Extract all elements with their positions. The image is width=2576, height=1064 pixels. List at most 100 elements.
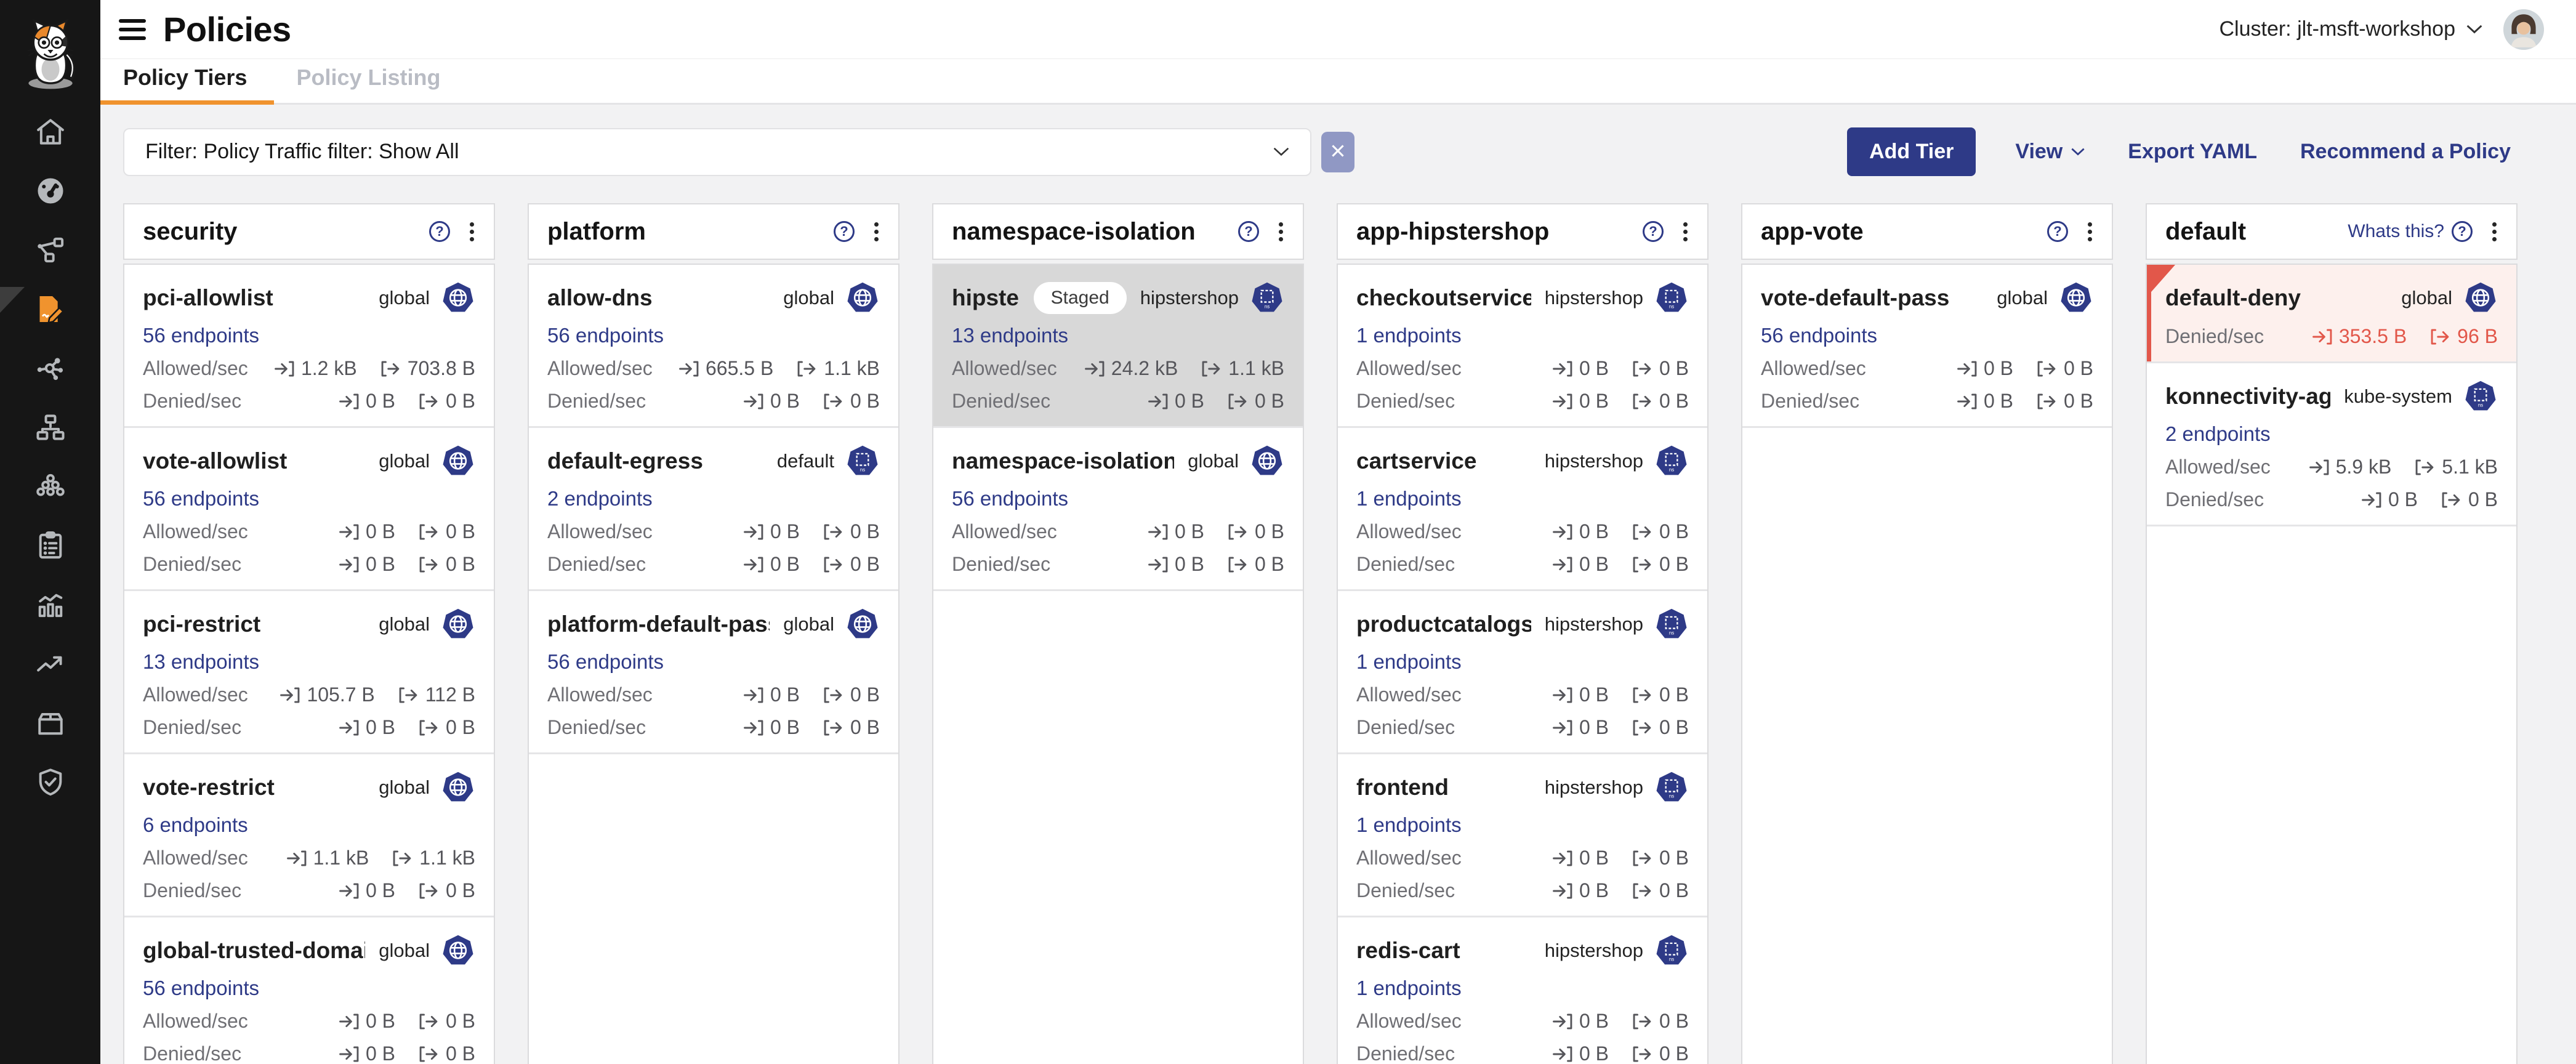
traffic-metric-row: Allowed/sec 0 B 0 B bbox=[952, 520, 1284, 543]
kebab-menu-icon[interactable] bbox=[871, 219, 882, 245]
policy-name: vote-default-pass bbox=[1761, 285, 1949, 311]
clear-filter-button[interactable] bbox=[1321, 132, 1354, 172]
endpoints-link[interactable]: 13 endpoints bbox=[952, 324, 1068, 347]
policy-traffic-filter-select[interactable]: Filter: Policy Traffic filter: Show All bbox=[123, 128, 1311, 176]
traffic-metric-row: Denied/sec 0 B 0 B bbox=[952, 390, 1284, 413]
ingress-value: 0 B bbox=[366, 879, 395, 902]
endpoints-link[interactable]: 56 endpoints bbox=[547, 650, 664, 674]
ingress-arrow-icon bbox=[339, 882, 360, 900]
endpoints-link[interactable]: 2 endpoints bbox=[2165, 422, 2271, 446]
policy-card-pci-restrict[interactable]: pci-restrict global 13 endpoints Allowed… bbox=[124, 591, 494, 754]
endpoints-link[interactable]: 56 endpoints bbox=[952, 487, 1068, 510]
ingress-value: 0 B bbox=[1579, 879, 1609, 902]
ingress-arrow-icon bbox=[339, 393, 360, 410]
egress-value: 0 B bbox=[446, 879, 475, 902]
endpoints-link[interactable]: 56 endpoints bbox=[143, 324, 259, 347]
namespace-icon: ns bbox=[1654, 281, 1689, 315]
policy-card-default-deny[interactable]: default-deny global Denied/sec 353.5 B 9… bbox=[2147, 265, 2516, 363]
view-menu-button[interactable]: View bbox=[2011, 139, 2088, 164]
egress-arrow-icon bbox=[1632, 882, 1653, 900]
tab-policy-tiers[interactable]: Policy Tiers bbox=[123, 65, 247, 103]
whats-this-link[interactable]: ? bbox=[2040, 221, 2068, 242]
endpoints-link[interactable]: 56 endpoints bbox=[143, 487, 259, 510]
whats-this-link[interactable]: ? bbox=[1635, 221, 1664, 242]
ingress-arrow-icon bbox=[339, 556, 360, 573]
kebab-menu-icon[interactable] bbox=[2084, 219, 2096, 245]
tier-title: platform bbox=[547, 218, 646, 246]
policy-card-frontend[interactable]: frontend hipstershop ns 1 endpoints Allo… bbox=[1338, 754, 1707, 917]
sidebar-item-home-icon[interactable] bbox=[33, 116, 68, 150]
policy-card-redis-cart[interactable]: redis-cart hipstershop ns 1 endpoints Al… bbox=[1338, 917, 1707, 1064]
traffic-metric-row: Allowed/sec 0 B 0 B bbox=[1356, 847, 1689, 869]
endpoints-link[interactable]: 2 endpoints bbox=[547, 487, 653, 510]
export-yaml-button[interactable]: Export YAML bbox=[2124, 139, 2261, 164]
endpoints-link[interactable]: 1 endpoints bbox=[1356, 324, 1462, 347]
endpoints-link[interactable]: 1 endpoints bbox=[1356, 487, 1462, 510]
policy-name: pci-restrict bbox=[143, 611, 260, 637]
policy-card-vote-default-pass[interactable]: vote-default-pass global 56 endpoints Al… bbox=[1742, 265, 2112, 428]
sidebar-item-topology-icon[interactable] bbox=[33, 234, 68, 268]
sidebar-item-sitemap-icon[interactable] bbox=[33, 411, 68, 446]
policy-card-vote-allowlist[interactable]: vote-allowlist global 56 endpoints Allow… bbox=[124, 428, 494, 591]
traffic-metric-row: Allowed/sec 0 B 0 B bbox=[1356, 520, 1689, 543]
tab-policy-listing[interactable]: Policy Listing bbox=[296, 65, 440, 103]
policy-card-checkoutservice[interactable]: checkoutservice hipstershop ns 1 endpoin… bbox=[1338, 265, 1707, 428]
sidebar-item-package-icon[interactable] bbox=[33, 707, 68, 741]
egress-arrow-icon bbox=[398, 687, 419, 704]
metric-label: Denied/sec bbox=[143, 390, 241, 413]
egress-arrow-icon bbox=[1632, 1046, 1653, 1063]
policy-card-allow-dns[interactable]: allow-dns global 56 endpoints Allowed/se… bbox=[529, 265, 898, 428]
policy-card-vote-restrict[interactable]: vote-restrict global 6 endpoints Allowed… bbox=[124, 754, 494, 917]
recommend-policy-button[interactable]: Recommend a Policy bbox=[2296, 139, 2514, 164]
policy-name: redis-cart bbox=[1356, 938, 1460, 964]
ingress-value: 0 B bbox=[1579, 553, 1609, 576]
endpoints-link[interactable]: 1 endpoints bbox=[1356, 977, 1462, 1000]
sidebar-item-bar-chart-icon[interactable] bbox=[33, 589, 68, 623]
kebab-menu-icon[interactable] bbox=[466, 219, 478, 245]
cluster-selector[interactable]: Cluster: jlt-msft-workshop bbox=[2215, 17, 2486, 42]
ingress-arrow-icon bbox=[1552, 687, 1573, 704]
metric-label: Allowed/sec bbox=[143, 683, 248, 706]
hamburger-menu-button[interactable] bbox=[119, 19, 146, 40]
policy-card-konnectivity-agent[interactable]: konnectivity-agent kube-system ns 2 endp… bbox=[2147, 363, 2516, 526]
sidebar-item-shield-check-icon[interactable] bbox=[33, 766, 68, 800]
sidebar-item-policy-edit-icon[interactable] bbox=[33, 293, 68, 328]
sidebar-item-molecule-icon[interactable] bbox=[33, 352, 68, 387]
traffic-metric-row: Allowed/sec 5.9 kB 5.1 kB bbox=[2165, 456, 2498, 478]
policy-tier-column-namespace-isolation: namespace-isolation ? hipstershop-gh… St… bbox=[932, 203, 1304, 1064]
endpoints-link[interactable]: 13 endpoints bbox=[143, 650, 259, 674]
policy-card-hipstershop-gh[interactable]: hipstershop-gh… Staged hipstershop ns 13… bbox=[933, 265, 1303, 428]
topology-icon bbox=[33, 233, 68, 270]
endpoints-link[interactable]: 1 endpoints bbox=[1356, 813, 1462, 837]
endpoints-link[interactable]: 1 endpoints bbox=[1356, 650, 1462, 674]
endpoints-link[interactable]: 56 endpoints bbox=[547, 324, 664, 347]
ingress-value: 0 B bbox=[1579, 520, 1609, 543]
whats-this-link[interactable]: ? bbox=[826, 221, 855, 242]
sidebar-item-cluster-dots-icon[interactable] bbox=[33, 470, 68, 505]
policy-card-namespace-isolation-default-p[interactable]: namespace-isolation-default-p… global 56… bbox=[933, 428, 1303, 591]
policy-card-pci-allowlist[interactable]: pci-allowlist global 56 endpoints Allowe… bbox=[124, 265, 494, 428]
traffic-metric-row: Denied/sec 0 B 0 B bbox=[143, 879, 475, 902]
kebab-menu-icon[interactable] bbox=[2489, 219, 2500, 245]
sidebar-item-trending-up-icon[interactable] bbox=[33, 648, 68, 682]
user-avatar[interactable] bbox=[2503, 9, 2544, 50]
sidebar-item-clipboard-icon[interactable] bbox=[33, 530, 68, 564]
endpoints-link[interactable]: 56 endpoints bbox=[143, 977, 259, 1000]
sidebar-item-gauge-icon[interactable] bbox=[33, 175, 68, 209]
endpoints-link[interactable]: 6 endpoints bbox=[143, 813, 248, 837]
whats-this-link[interactable]: ? bbox=[422, 221, 450, 242]
policy-card-default-egress[interactable]: default-egress default ns 2 endpoints Al… bbox=[529, 428, 898, 591]
traffic-metric-row: Allowed/sec 0 B 0 B bbox=[1356, 1010, 1689, 1033]
policy-card-cartservice[interactable]: cartservice hipstershop ns 1 endpoints A… bbox=[1338, 428, 1707, 591]
policy-card-global-trusted-domains[interactable]: global-trusted-domains global 56 endpoin… bbox=[124, 917, 494, 1064]
metric-label: Denied/sec bbox=[1356, 879, 1455, 902]
endpoints-link[interactable]: 56 endpoints bbox=[1761, 324, 1877, 347]
calico-cat-logo[interactable] bbox=[0, 0, 100, 105]
policy-card-productcatalogservice[interactable]: productcatalogservice hipstershop ns 1 e… bbox=[1338, 591, 1707, 754]
add-tier-button[interactable]: Add Tier bbox=[1847, 127, 1976, 176]
kebab-menu-icon[interactable] bbox=[1680, 219, 1691, 245]
whats-this-link[interactable]: ? bbox=[1231, 221, 1259, 242]
policy-card-platform-default-pass[interactable]: platform-default-pass global 56 endpoint… bbox=[529, 591, 898, 754]
kebab-menu-icon[interactable] bbox=[1275, 219, 1287, 245]
whats-this-link[interactable]: Whats this? ? bbox=[2348, 221, 2473, 242]
